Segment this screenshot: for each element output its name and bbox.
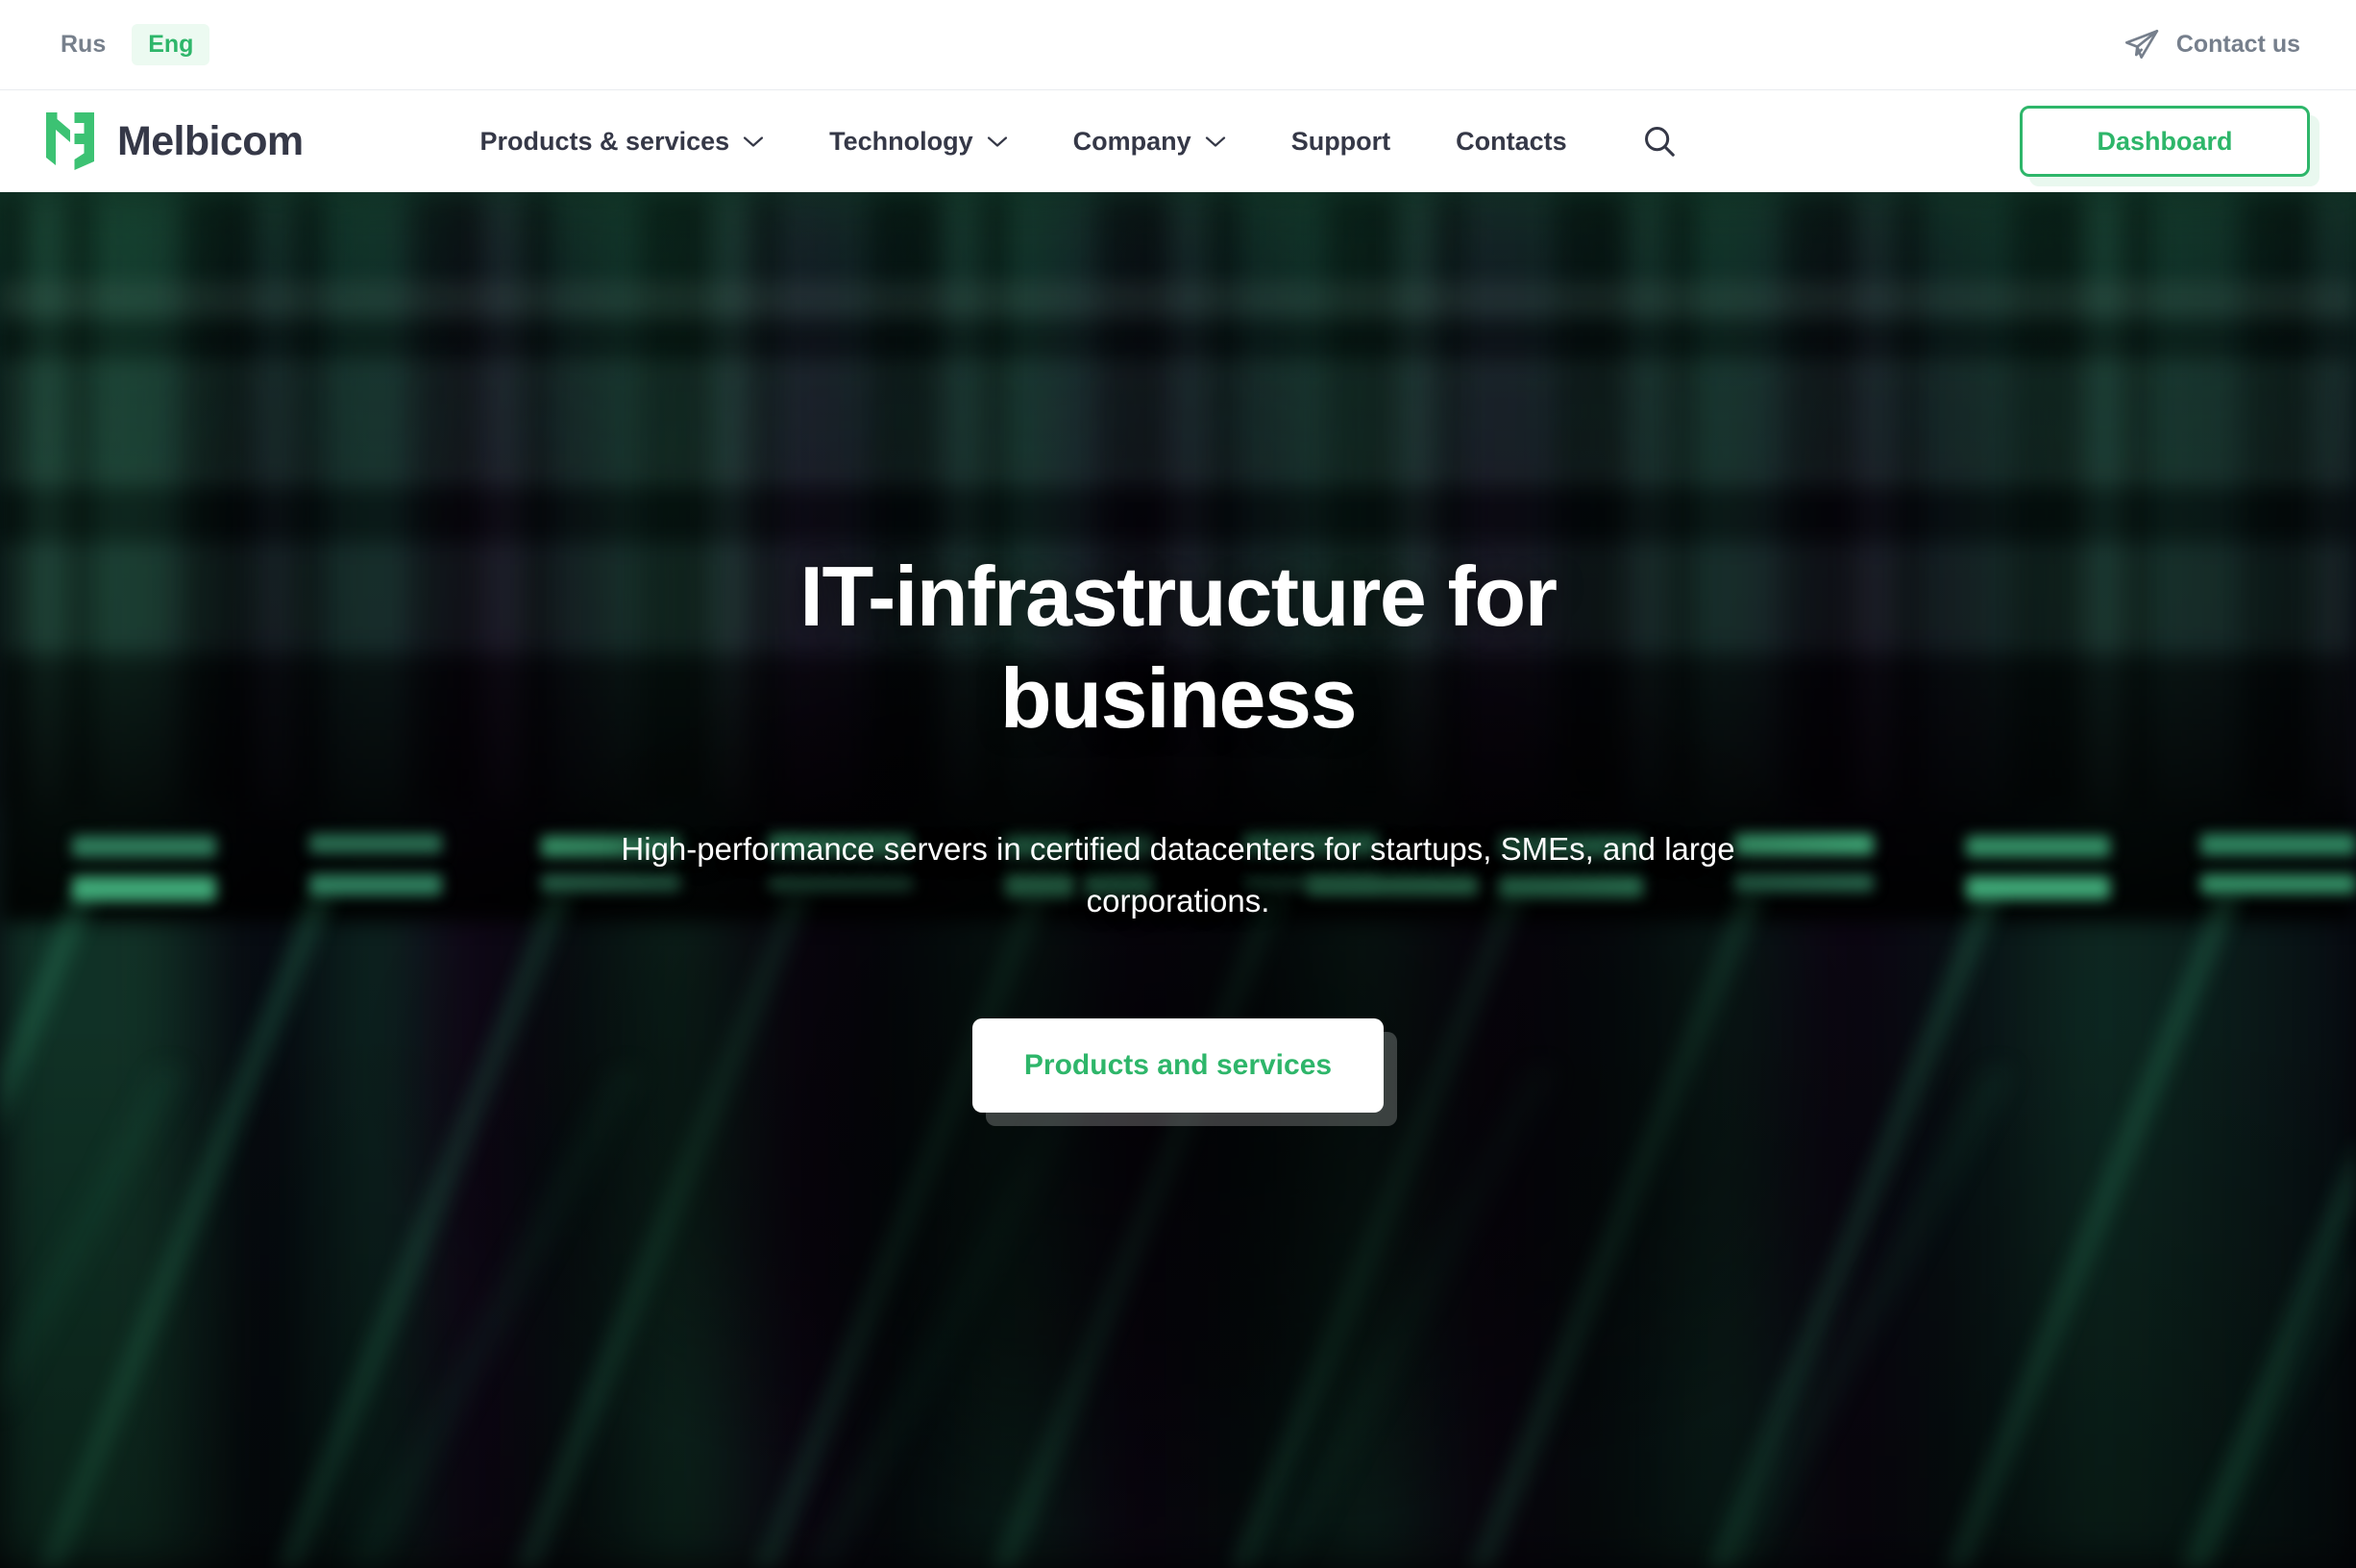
nav-item-contacts[interactable]: Contacts bbox=[1423, 126, 1600, 156]
nav-item-label: Company bbox=[1072, 126, 1191, 156]
main-navigation: Melbicom Products & services Technology … bbox=[0, 90, 2356, 192]
chevron-down-icon bbox=[743, 135, 764, 148]
dashboard-button[interactable]: Dashboard bbox=[2020, 106, 2310, 177]
nav-item-products-services[interactable]: Products & services bbox=[448, 126, 798, 156]
dashboard-button-wrap: Dashboard bbox=[2020, 106, 2331, 177]
nav-item-label: Technology bbox=[829, 126, 973, 156]
hero-section: IT-infrastructure for business High-perf… bbox=[0, 192, 2356, 1568]
hero-content: IT-infrastructure for business High-perf… bbox=[0, 192, 2356, 1568]
language-option-eng[interactable]: Eng bbox=[132, 24, 210, 65]
nav-item-label: Support bbox=[1290, 126, 1391, 156]
language-switcher[interactable]: Rus Eng bbox=[44, 24, 210, 65]
nav-item-technology[interactable]: Technology bbox=[797, 126, 1041, 156]
nav-item-company[interactable]: Company bbox=[1041, 126, 1259, 156]
top-utility-bar: Rus Eng Contact us bbox=[0, 0, 2356, 90]
products-and-services-button[interactable]: Products and services bbox=[971, 1018, 1385, 1114]
contact-us-link[interactable]: Contact us bbox=[2123, 26, 2300, 64]
search-button[interactable] bbox=[1632, 114, 1686, 168]
nav-item-label: Contacts bbox=[1456, 126, 1567, 156]
hero-subtitle: High-performance servers in certified da… bbox=[621, 831, 1735, 919]
brand-name: Melbicom bbox=[117, 117, 304, 164]
contact-us-label: Contact us bbox=[2175, 31, 2300, 58]
chevron-down-icon bbox=[987, 135, 1008, 148]
language-option-rus[interactable]: Rus bbox=[44, 24, 122, 65]
nav-item-support[interactable]: Support bbox=[1259, 126, 1423, 156]
nav-links: Products & services Technology Company S… bbox=[448, 114, 1686, 168]
melbicom-logo-mark-icon bbox=[44, 110, 96, 172]
hero-title: IT-infrastructure for business bbox=[799, 549, 1558, 746]
paper-plane-icon bbox=[2123, 26, 2161, 64]
search-icon bbox=[1641, 123, 1678, 159]
chevron-down-icon bbox=[1205, 135, 1226, 148]
nav-item-label: Products & services bbox=[479, 126, 730, 156]
brand-logo[interactable]: Melbicom bbox=[44, 110, 304, 172]
